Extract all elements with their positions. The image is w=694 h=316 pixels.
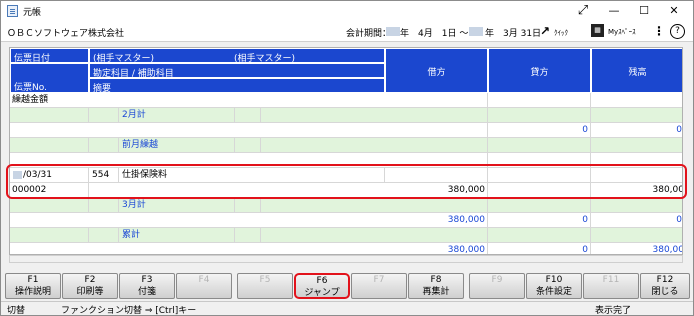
cumulative-debit: 380,000 [385, 243, 488, 254]
carryover-label: 繰越金額 [12, 95, 49, 105]
f12-close-button[interactable]: F12 閉じる [640, 273, 690, 299]
status-bar: 切替 ファンクション切替 ⇒ [Ctrl]キー 表示完了 [1, 301, 693, 316]
header-partner: (相手マスター) (相手マスター) [89, 48, 385, 64]
title-bar: 元帳 ⤢ — ☐ ✕ [1, 1, 693, 21]
f7-button: F7 [351, 273, 407, 299]
f6-jump-button[interactable]: F6 ジャンプ [294, 273, 350, 299]
feb-balance: 0 [676, 125, 682, 135]
header-credit: 貸方 [488, 48, 591, 93]
header-memo: 摘要 [89, 78, 385, 94]
ledger-app-icon [7, 5, 18, 17]
ledger-window: 元帳 ⤢ — ☐ ✕ ＯＢＣソフトウェア株式会社 会計期間： 年 4月 1日 ～… [0, 0, 694, 316]
info-bar: ＯＢＣソフトウェア株式会社 会計期間： 年 4月 1日 ～ 年 3月 31日 ↗… [1, 21, 693, 42]
table-row-feb-subtotal-label[interactable]: 2月計 [10, 108, 682, 123]
mar-subtotal-label: 3月計 [119, 198, 235, 213]
maximize-button[interactable]: ☐ [629, 1, 659, 21]
myspace-label: Myｽﾍﾟｰｽ [608, 28, 636, 36]
period-end-year-mask [469, 27, 483, 36]
header-balance: 残高 [591, 48, 682, 93]
company-name: ＯＢＣソフトウェア株式会社 [7, 29, 125, 39]
more-menu-icon[interactable]: ⋮ [653, 24, 665, 39]
function-key-bar: F1 操作説明 F2 印刷等 F3 付箋 F4 F5 F6 ジャンプ F7 F8 再集計 … [1, 269, 693, 301]
help-icon[interactable]: ? [670, 24, 685, 39]
table-row-mar-subtotal[interactable]: 380,000 0 0 [10, 213, 682, 228]
f11-button: F11 [583, 273, 639, 299]
cumulative-label: 累計 [119, 228, 235, 243]
myspace-icon: ▦ [591, 24, 604, 37]
f4-button: F4 [176, 273, 232, 299]
status-switch[interactable]: 切替 [7, 303, 25, 316]
period-to: 年 3月 31日 [485, 29, 542, 39]
header-slip-area: 伝票No. [10, 63, 89, 93]
header-date: 伝票日付 [10, 48, 89, 64]
f3-sticky-note-button[interactable]: F3 付箋 [119, 273, 175, 299]
minimize-button[interactable]: — [599, 1, 629, 21]
f10-settings-button[interactable]: F10 条件設定 [526, 273, 582, 299]
table-row-prev-month[interactable]: 前月繰越 [10, 138, 682, 153]
cumulative-balance: 380,00 [652, 245, 683, 255]
prev-month-label: 前月繰越 [119, 138, 235, 153]
table-row-carryover[interactable]: 繰越金額 [10, 93, 682, 108]
feb-subtotal-label: 2月計 [119, 108, 235, 123]
quick-label: ｸｲｯｸ [554, 29, 568, 37]
header-account: 勘定科目 / 補助科目 [89, 63, 385, 79]
period-label: 会計期間： [346, 29, 392, 39]
mar-debit: 380,000 [385, 213, 488, 228]
period-from: 年 4月 1日 ～ [400, 29, 469, 39]
quick-arrow-icon: ↗ [540, 24, 551, 38]
table-row-cumulative[interactable]: 380,000 0 380,00 [10, 243, 683, 255]
table-row-cumulative-label[interactable]: 累計 [10, 228, 682, 243]
horizontal-scrollbar[interactable] [9, 255, 683, 263]
mar-balance: 0 [676, 215, 682, 225]
period-start-year-mask [386, 27, 400, 36]
feb-credit: 0 [488, 123, 591, 138]
table-row-feb-subtotal[interactable]: 0 0 [10, 123, 682, 138]
header-debit: 借方 [385, 48, 488, 93]
expand-icon[interactable]: ⤢ [575, 3, 591, 19]
close-window-button[interactable]: ✕ [659, 1, 689, 21]
ledger-grid: 伝票日付 (相手マスター) (相手マスター) 伝票No. 勘定科目 / 補助科目… [9, 47, 683, 255]
f1-help-button[interactable]: F1 操作説明 [5, 273, 61, 299]
cumulative-credit: 0 [488, 243, 591, 254]
f8-recalc-button[interactable]: F8 再集計 [408, 273, 464, 299]
status-state: 表示完了 [595, 306, 632, 316]
feb-debit [385, 123, 488, 138]
entry-highlight [6, 164, 687, 199]
window-title: 元帳 [23, 8, 42, 18]
f9-button: F9 [469, 273, 525, 299]
mar-credit: 0 [488, 213, 591, 228]
f5-button: F5 [237, 273, 293, 299]
table-row-mar-subtotal-label[interactable]: 3月計 [10, 198, 682, 213]
status-hint: ファンクション切替 ⇒ [Ctrl]キー [61, 306, 197, 316]
f2-print-button[interactable]: F2 印刷等 [62, 273, 118, 299]
